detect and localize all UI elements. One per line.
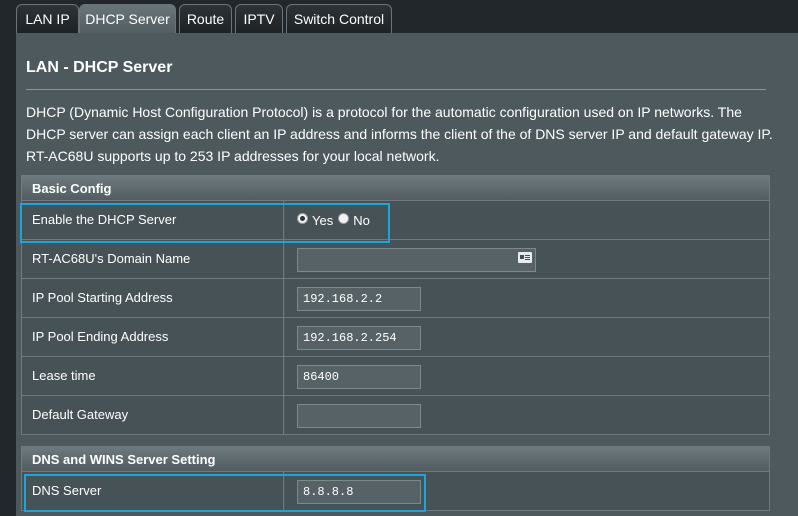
tab-bar: LAN IP DHCP Server Route IPTV Switch Con… xyxy=(0,0,798,33)
dns-server-value: 8.8.8.8 xyxy=(285,472,769,510)
lease-time-value: 86400 xyxy=(285,357,769,395)
contact-card-icon[interactable] xyxy=(518,252,532,263)
pool-end-row: IP Pool Ending Address 192.168.2.254 xyxy=(21,318,770,357)
lease-time-row: Lease time 86400 xyxy=(21,357,770,396)
enable-dhcp-label: Enable the DHCP Server xyxy=(22,201,284,239)
lease-time-label: Lease time xyxy=(22,357,284,395)
tab-route[interactable]: Route xyxy=(179,4,232,33)
pool-start-label: IP Pool Starting Address xyxy=(22,279,284,317)
tab-switch-control[interactable]: Switch Control xyxy=(286,4,392,33)
dns-server-label: DNS Server xyxy=(22,472,284,510)
pool-end-value: 192.168.2.254 xyxy=(285,318,769,356)
enable-dhcp-radio-group: Yes No xyxy=(297,201,375,239)
enable-dhcp-no-label[interactable]: No xyxy=(353,213,370,228)
enable-dhcp-yes-label[interactable]: Yes xyxy=(312,213,333,228)
dns-server-input[interactable]: 8.8.8.8 xyxy=(297,480,421,504)
basic-config-header: Basic Config xyxy=(21,175,770,201)
default-gateway-label: Default Gateway xyxy=(22,396,284,434)
default-gateway-input[interactable] xyxy=(297,404,421,428)
lease-time-input[interactable]: 86400 xyxy=(297,365,421,389)
domain-name-input[interactable] xyxy=(297,248,536,272)
tab-lan-ip[interactable]: LAN IP xyxy=(16,4,79,33)
title-divider xyxy=(26,89,766,90)
default-gateway-value xyxy=(285,396,769,434)
tab-iptv[interactable]: IPTV xyxy=(235,4,283,33)
enable-dhcp-row: Enable the DHCP Server Yes No xyxy=(21,201,770,240)
dns-server-row: DNS Server 8.8.8.8 xyxy=(21,472,770,511)
domain-name-label: RT-AC68U's Domain Name xyxy=(22,240,284,278)
enable-dhcp-no-radio[interactable] xyxy=(338,212,350,224)
domain-name-row: RT-AC68U's Domain Name xyxy=(21,240,770,279)
pool-end-label: IP Pool Ending Address xyxy=(22,318,284,356)
domain-name-value xyxy=(285,240,769,278)
enable-dhcp-yes-radio[interactable] xyxy=(297,212,308,224)
page-title: LAN - DHCP Server xyxy=(26,59,173,76)
default-gateway-row: Default Gateway xyxy=(21,396,770,435)
pool-start-value: 192.168.2.2 xyxy=(285,279,769,317)
dns-wins-header: DNS and WINS Server Setting xyxy=(21,446,770,472)
pool-end-input[interactable]: 192.168.2.254 xyxy=(297,326,421,350)
pool-start-input[interactable]: 192.168.2.2 xyxy=(297,287,421,311)
enable-dhcp-value: Yes No xyxy=(285,201,769,239)
pool-start-row: IP Pool Starting Address 192.168.2.2 xyxy=(21,279,770,318)
tab-dhcp-server[interactable]: DHCP Server xyxy=(79,4,176,33)
page-description: DHCP (Dynamic Host Configuration Protoco… xyxy=(26,104,773,164)
content-panel: LAN - DHCP Server DHCP (Dynamic Host Con… xyxy=(16,33,798,516)
